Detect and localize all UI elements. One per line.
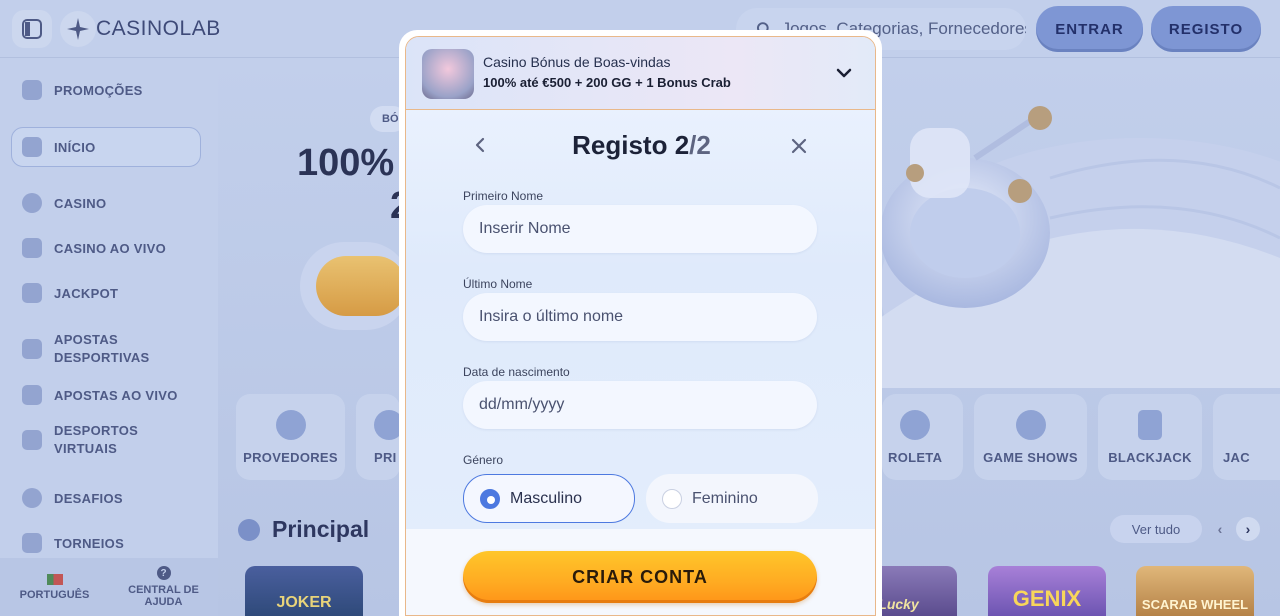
category-label: JAC [1223, 449, 1250, 465]
language-label: PORTUGUÊS [19, 588, 90, 601]
virtual-sport-icon [22, 430, 42, 450]
prev-arrow-button[interactable]: ‹ [1208, 517, 1232, 541]
dob-field[interactable] [463, 381, 817, 429]
category-label: PRI [374, 449, 397, 465]
category-game-shows[interactable]: GAME SHOWS [974, 394, 1087, 480]
category-principal[interactable]: PRI [356, 394, 400, 480]
megaphone-icon [22, 80, 42, 100]
gender-option-feminino[interactable]: Feminino [646, 474, 818, 523]
sidebar-item-label: APOSTAS AO VIVO [54, 387, 178, 403]
sidebar-panel-icon [22, 19, 42, 39]
hero-headline: 100% [297, 142, 395, 184]
bonus-offer: 100% até €500 + 200 GG + 1 Bonus Crab [483, 75, 731, 90]
sidebar-item-label: TORNEIOS [54, 535, 125, 551]
create-account-button[interactable]: CRIAR CONTA [463, 551, 817, 603]
register-button[interactable]: REGISTO [1151, 6, 1261, 52]
sidebar-footer: PORTUGUÊS ? CENTRAL DE AJUDA [0, 558, 218, 616]
slot-machine-image [422, 49, 474, 99]
gender-option-label: Masculino [510, 489, 583, 507]
sidebar-item-label: INÍCIO [54, 139, 96, 155]
sidebar-item-label: PROMOÇÕES [54, 82, 143, 98]
registration-modal-inner: Casino Bónus de Boas-vindas 100% até €50… [405, 36, 876, 616]
sidebar-item-label: CASINO [54, 195, 107, 211]
logo-star-icon [60, 11, 96, 47]
registration-total-steps: 2 [696, 130, 711, 160]
login-button[interactable]: ENTRAR [1036, 6, 1143, 52]
sidebar-item-inicio[interactable]: INÍCIO [22, 137, 96, 157]
sidebar-item-label: DESPORTOS VIRTUAIS [54, 423, 139, 456]
first-name-label: Primeiro Nome [463, 189, 544, 203]
category-blackjack[interactable]: BLACKJACK [1098, 394, 1202, 480]
filter-icon [275, 409, 306, 440]
sidebar-item-label: CASINO AO VIVO [54, 240, 167, 256]
gear-icon [22, 488, 42, 508]
sidebar-item-label: JACKPOT [54, 285, 119, 301]
sidebar-item-apostas-desportivas[interactable]: APOSTAS DESPORTIVAS [22, 331, 162, 367]
category-jackpot[interactable]: JAC [1213, 394, 1280, 480]
live-bet-icon [22, 385, 42, 405]
category-label: ROLETA [888, 449, 943, 465]
sidebar-item-casino-ao-vivo[interactable]: CASINO AO VIVO [22, 238, 166, 258]
registration-modal: Casino Bónus de Boas-vindas 100% até €50… [399, 30, 882, 616]
hero-cta-button[interactable] [300, 242, 410, 330]
gear-icon [238, 518, 260, 541]
first-name-field[interactable] [463, 205, 817, 253]
home-icon [22, 137, 42, 157]
roulette-wheel-image [880, 106, 1280, 388]
sidebar-item-promocoes[interactable]: PROMOÇÕES [22, 80, 143, 100]
gender-option-masculino[interactable]: Masculino [463, 474, 635, 523]
roulette-icon [900, 409, 930, 440]
sidebar-item-label: DESAFIOS [54, 490, 123, 506]
portugal-flag-icon [46, 573, 63, 585]
category-label: GAME SHOWS [983, 449, 1078, 465]
sidebar-item-label: APOSTAS DESPORTIVAS [54, 332, 150, 365]
ticket-icon [22, 339, 42, 359]
category-provedores[interactable]: PROVEDORES [236, 394, 345, 480]
last-name-field[interactable] [463, 293, 817, 341]
registration-step: Registo 2 [572, 130, 690, 160]
gender-label: Género [463, 453, 504, 467]
chip-icon [22, 193, 42, 213]
category-label: BLACKJACK [1108, 449, 1192, 465]
help-icon: ? [156, 566, 171, 580]
game-show-icon [1015, 409, 1046, 440]
category-icon [374, 409, 400, 440]
live-icon [22, 238, 42, 258]
last-name-label: Último Nome [463, 277, 533, 291]
welcome-bonus-dropdown[interactable]: Casino Bónus de Boas-vindas 100% até €50… [406, 37, 875, 110]
category-label: PROVEDORES [243, 449, 338, 465]
next-arrow-button[interactable]: › [1236, 517, 1260, 541]
game-card-scarab-wheel[interactable]: SCARAB WHEEL [1136, 566, 1254, 616]
see-all-button[interactable]: Ver tudo [1110, 515, 1202, 543]
section-title: Principal [272, 516, 370, 542]
logo-text[interactable]: CASINOLAB [96, 17, 221, 41]
sidebar-toggle-button[interactable] [12, 10, 52, 48]
trophy-icon [22, 533, 42, 553]
card-icon [1138, 409, 1162, 440]
close-icon[interactable] [790, 137, 808, 155]
dob-label: Data de nascimento [463, 365, 570, 379]
category-roleta[interactable]: ROLETA [882, 394, 963, 480]
radio-selected-icon [480, 488, 500, 509]
chevron-down-icon[interactable] [834, 63, 854, 83]
sidebar-item-apostas-ao-vivo[interactable]: APOSTAS AO VIVO [22, 385, 178, 405]
jackpot-icon [22, 283, 42, 303]
sidebar-item-jackpot[interactable]: JACKPOT [22, 283, 118, 303]
gender-option-label: Feminino [692, 489, 758, 507]
language-selector[interactable]: PORTUGUÊS [0, 558, 109, 616]
help-center-link[interactable]: ? CENTRAL DE AJUDA [109, 558, 218, 616]
section-principal-title: Principal [238, 516, 369, 543]
game-card-genix[interactable]: GENIX [988, 566, 1106, 616]
bonus-title: Casino Bónus de Boas-vindas [483, 54, 671, 70]
sidebar-item-desportos-virtuais[interactable]: DESPORTOS VIRTUAIS [22, 422, 162, 458]
sidebar-item-desafios[interactable]: DESAFIOS [22, 488, 123, 508]
radio-unselected-icon [662, 488, 682, 509]
game-card-joker[interactable]: JOKER [245, 566, 363, 616]
sidebar-item-casino[interactable]: CASINO [22, 193, 106, 213]
sidebar: PROMOÇÕES INÍCIO CASINO CASINO AO VIVO J… [0, 58, 218, 616]
sidebar-item-torneios[interactable]: TORNEIOS [22, 533, 124, 553]
help-label: CENTRAL DE AJUDA [128, 584, 199, 608]
